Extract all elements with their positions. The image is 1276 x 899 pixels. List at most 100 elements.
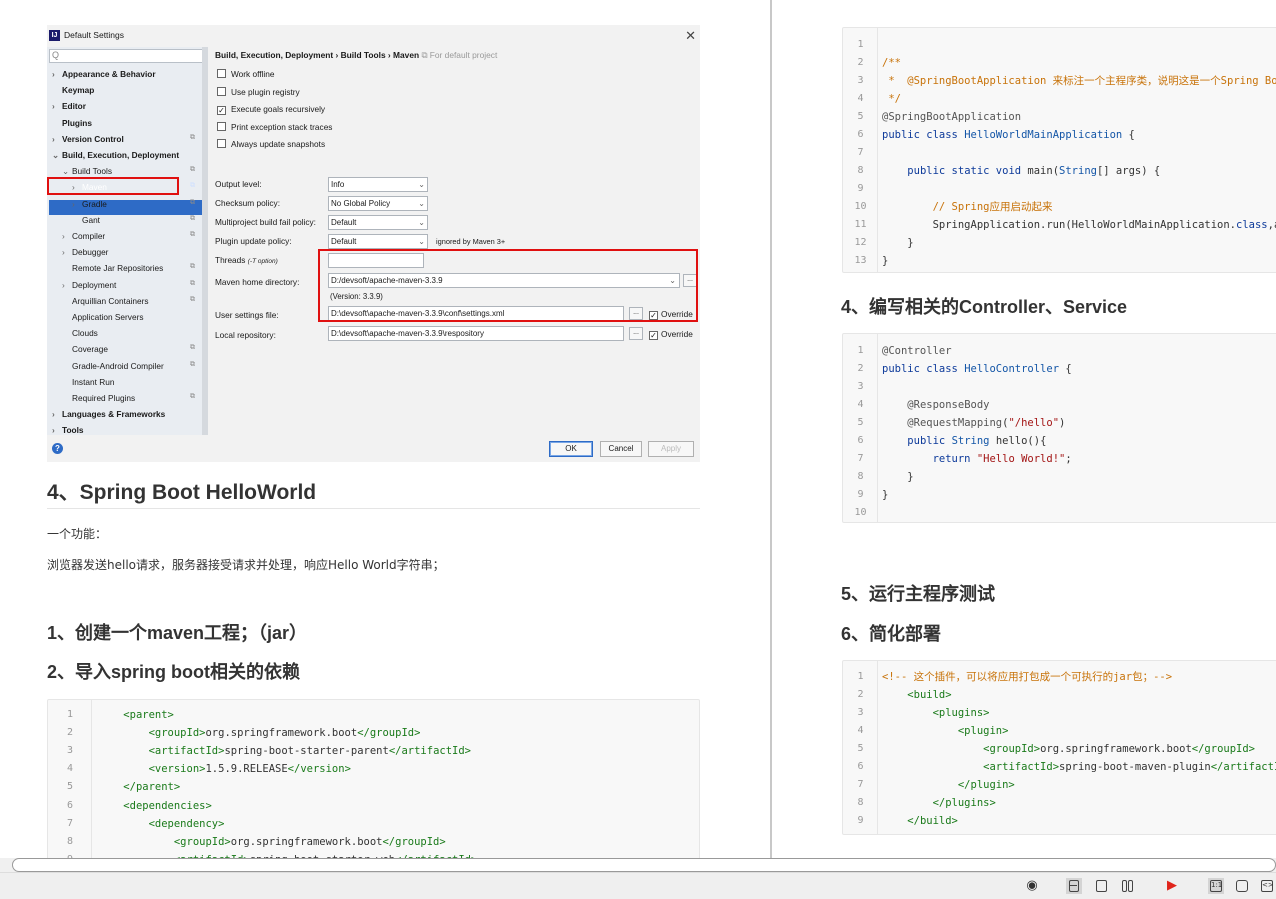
tree-item-coverage[interactable]: Coverage	[62, 342, 108, 356]
line-number: 12	[854, 237, 867, 248]
tree-item-gradle[interactable]: › Gradle	[72, 197, 107, 211]
line-number: 3	[857, 707, 864, 718]
maven-home-label: Maven home directory:	[215, 277, 300, 287]
update-policy-label: Plugin update policy:	[215, 236, 292, 246]
line-number: 1	[857, 39, 864, 50]
line-number: 6	[857, 761, 864, 772]
actual-size-icon[interactable]: 1:1	[1208, 878, 1224, 894]
tree-item-plugins[interactable]: Plugins	[52, 116, 92, 130]
checksum-select[interactable]: No Global Policy ⌄	[328, 196, 428, 211]
tree-item-version-control[interactable]: › Version Control	[52, 132, 124, 146]
tree-item-label: Languages & Frameworks	[62, 409, 166, 420]
heading-deploy: 6、简化部署	[841, 624, 942, 644]
apply-button[interactable]: Apply	[648, 441, 694, 457]
tree-item-application-servers[interactable]: Application Servers	[62, 310, 143, 324]
code-line: }	[882, 489, 889, 501]
line-number: 3	[857, 381, 864, 392]
code-line: </build>	[907, 815, 958, 827]
line-number: 3	[857, 75, 864, 86]
copy-icon: ⧉	[190, 231, 195, 238]
tree-item-arquillian-containers[interactable]: Arquillian Containers	[62, 294, 149, 308]
code-line: public String hello(){	[907, 435, 1047, 447]
tree-item-remote-jar-repositories[interactable]: Remote Jar Repositories	[62, 261, 163, 275]
checksum-label: Checksum policy:	[215, 198, 281, 208]
line-number: 2	[857, 57, 864, 68]
search-input[interactable]: Q	[49, 49, 203, 63]
fit-page-icon[interactable]	[1234, 878, 1250, 894]
tree-item-compiler[interactable]: › Compiler	[62, 229, 105, 243]
tree-item-appearance-behavior[interactable]: › Appearance & Behavior	[52, 67, 156, 81]
tree-scrollbar[interactable]	[202, 47, 208, 435]
copy-icon: ⧉	[190, 344, 195, 352]
code-line: }	[882, 471, 914, 483]
user-settings-label: User settings file:	[215, 310, 279, 320]
eye-icon[interactable]: ◉	[1024, 878, 1040, 894]
present-icon[interactable]: ▶	[1164, 878, 1180, 894]
copy-icon: ⧉	[190, 133, 195, 141]
tree-item-label: Clouds	[72, 328, 98, 339]
checkbox-work-offline[interactable]: Work offline	[217, 67, 275, 81]
cancel-button[interactable]: Cancel	[600, 441, 642, 457]
tree-item-deployment[interactable]: › Deployment	[62, 278, 116, 292]
heading-helloworld: 4、Spring Boot HelloWorld	[47, 481, 317, 504]
fit-width-icon[interactable]: <>	[1259, 878, 1275, 894]
tree-item-gradle-android-compiler[interactable]: Gradle-Android Compiler	[62, 359, 164, 373]
line-number: 2	[857, 689, 864, 700]
tree-item-label: Instant Run	[72, 376, 115, 387]
tree-item-instant-run[interactable]: Instant Run	[62, 375, 114, 389]
code-line: <groupId>org.springframework.boot</group…	[148, 727, 421, 740]
tree-item-build-execution-deployment[interactable]: ⌄ Build, Execution, Deployment	[52, 148, 179, 162]
code-block-pom: 1 <parent> 2 <groupId>org.springframework…	[47, 699, 700, 858]
line-number: 5	[857, 417, 864, 428]
tree-item-editor[interactable]: › Editor	[52, 99, 86, 113]
chevron-down-icon: ⌄	[418, 218, 425, 227]
tree-item-label: Arquillian Containers	[72, 295, 149, 306]
line-number: 8	[857, 165, 864, 176]
paragraph-function: 一个功能：	[47, 527, 108, 541]
tree-item-keymap[interactable]: Keymap	[52, 83, 94, 97]
continuous-icon[interactable]	[1093, 878, 1109, 894]
code-line: <artifactId>spring-boot-maven-plugin</ar…	[983, 761, 1276, 773]
breadcrumb: Build, Execution, Deployment › Build Too…	[215, 50, 498, 60]
heading-step2: 2、导入spring boot相关的依赖	[47, 662, 300, 682]
tree-item-required-plugins[interactable]: Required Plugins	[62, 391, 135, 405]
checkbox-always-update-snapshots[interactable]: Always update snapshots	[217, 137, 325, 151]
code-line: @ResponseBody	[907, 399, 990, 411]
fail-policy-select[interactable]: Default ⌄	[328, 215, 428, 230]
single-page-icon[interactable]	[1066, 878, 1082, 894]
tree-item-clouds[interactable]: Clouds	[62, 326, 98, 340]
code-block-plugin: 1 <!-- 这个插件，可以将应用打包成一个可执行的jar包；--> 2 <buil…	[842, 660, 1276, 835]
update-policy-note: ignored by Maven 3+	[436, 237, 506, 246]
line-number: 10	[854, 201, 867, 212]
paragraph-description: 浏览器发送hello请求，服务器接受请求并处理，响应Hello World字符串…	[47, 558, 445, 572]
tree-item-gant[interactable]: Gant	[72, 213, 100, 227]
line-number: 1	[857, 671, 864, 682]
tree-item-tools[interactable]: › Tools	[52, 423, 84, 437]
threads-label: Threads (-T option)	[215, 255, 278, 265]
close-icon[interactable]: ✕	[685, 28, 696, 44]
checkbox-print-exception-stack-traces[interactable]: Print exception stack traces	[217, 120, 332, 134]
tree-item-debugger[interactable]: › Debugger	[62, 245, 108, 259]
tree-item-label: Build, Execution, Deployment	[62, 150, 180, 160]
override-repo-checkbox[interactable]: ✓ Override	[649, 329, 693, 340]
code-line: @SpringBootApplication	[882, 111, 1022, 123]
ok-button[interactable]: OK	[549, 441, 593, 457]
code-line: return "Hello World!";	[932, 453, 1072, 465]
help-icon[interactable]: ?	[52, 443, 63, 454]
line-number: 1	[66, 709, 74, 720]
code-line: // Spring应用启动起来	[932, 201, 1053, 213]
checkbox-execute-goals-recursively[interactable]: ✓ Execute goals recursively	[217, 102, 325, 116]
tree-item-languages-frameworks[interactable]: › Languages & Frameworks	[52, 407, 165, 421]
line-number: 1	[857, 345, 864, 356]
update-policy-select[interactable]: Default ⌄	[328, 234, 428, 249]
local-repo-input[interactable]: D:\devsoft\apache-maven-3.3.9\respositor…	[328, 326, 624, 341]
two-page-icon[interactable]	[1119, 878, 1135, 894]
checkbox-label: Always update snapshots	[231, 139, 326, 149]
checkbox-use-plugin-registry[interactable]: Use plugin registry	[217, 85, 300, 99]
tree-item-label: Required Plugins	[72, 393, 136, 403]
line-number: 4	[857, 93, 864, 104]
horizontal-scrollbar-thumb[interactable]	[12, 858, 1276, 872]
local-repo-label: Local repository:	[215, 330, 276, 340]
output-level-select[interactable]: Info ⌄	[328, 177, 428, 192]
browse-repo-button[interactable]: ...	[629, 327, 643, 340]
